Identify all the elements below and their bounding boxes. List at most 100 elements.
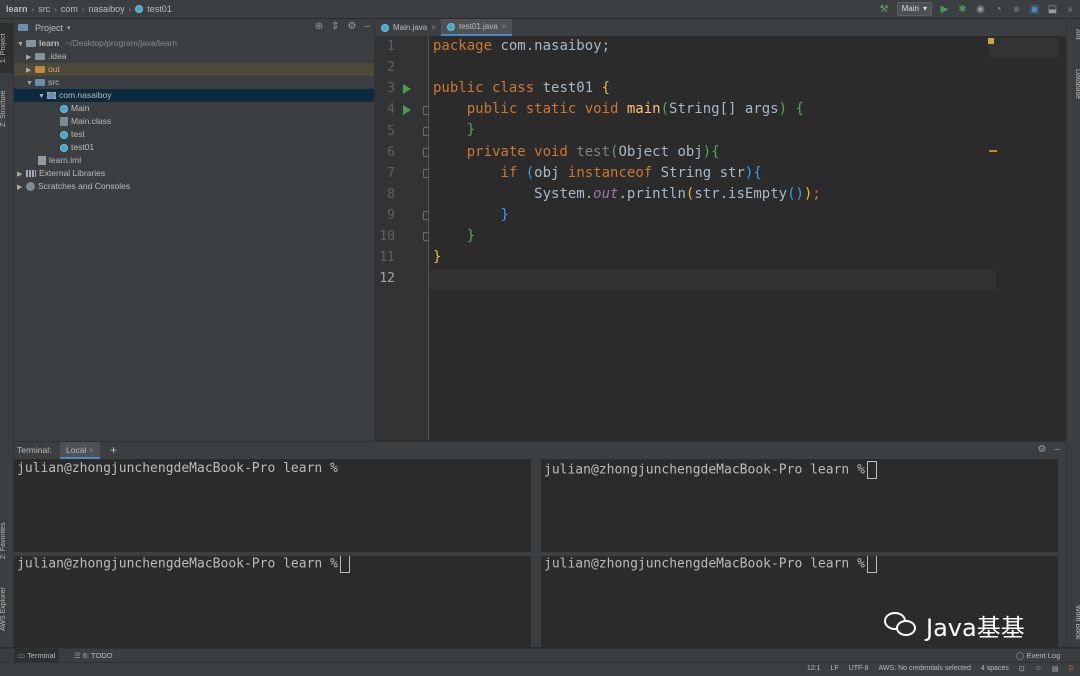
run-class-icon[interactable] [403,84,411,94]
watermark-text: Java基基 [926,613,1025,642]
memory-icon[interactable]: ▤ [1052,665,1059,673]
build-hammer-icon[interactable]: ⚒ [879,4,890,15]
close-icon[interactable]: × [89,445,94,455]
code-token: { [711,144,720,160]
profile-icon[interactable]: ◔ [993,4,1004,15]
tree-item-label: test01 [71,142,95,152]
tool-tab-word-book[interactable]: Word Book [1068,601,1080,643]
tree-item-test[interactable]: test [14,128,374,141]
terminal-horizontal-splitter[interactable] [14,552,1066,556]
tool-tab-database[interactable]: Database [1068,63,1080,105]
run-configuration-select[interactable]: Main ▾ [896,2,932,16]
run-method-icon[interactable] [403,105,411,115]
status-bar: 12:1 LF UTF-8 AWS: No credentials select… [0,662,1080,676]
line-number: 11 [379,250,395,265]
gear-icon[interactable]: ⚙ [1037,444,1046,455]
tool-tab-structure[interactable]: Z: Structure [0,81,13,137]
tab-test01-java[interactable]: test01.java × [441,18,513,36]
code-token: .println [618,186,686,202]
breadcrumb-item[interactable]: src [38,4,50,14]
hide-panel-icon[interactable]: – [364,21,370,32]
tool-tab-terminal[interactable]: ▭ Terminal [14,649,60,663]
tree-item-label: External Libraries [39,168,106,178]
tool-tab-aws-explorer[interactable]: AWS Explorer [0,579,13,639]
warning-marker-icon[interactable] [988,38,994,44]
tree-item-label: learn.iml [49,155,82,165]
collapse-all-icon[interactable]: ⇕ [331,21,339,32]
tree-item-learn[interactable]: ▼ learn ~/Desktop/program/java/learn [14,37,374,50]
new-terminal-tab-icon[interactable]: + [110,443,117,457]
wechat-icon [882,610,920,640]
event-log-icon: ◯ [1016,651,1025,660]
inspector-icon[interactable]: ☺ [1035,665,1042,673]
tree-item-scratches[interactable]: ▶ Scratches and Consoles [14,180,374,193]
java-class-icon [60,130,68,139]
close-icon[interactable]: × [431,19,436,36]
tree-item-main[interactable]: Main [14,102,374,115]
tool-tab-todo[interactable]: ☰ 6: TODO [70,649,117,663]
code-token: } [500,207,509,223]
project-structure-icon[interactable]: ▣ [1029,4,1040,15]
code-token: } [466,122,476,138]
code-editor[interactable]: package com.nasaiboy; public class test0… [429,36,1066,440]
terminal-prompt: julian@zhongjunchengdeMacBook-Pro learn … [544,462,865,478]
locate-file-icon[interactable]: ⊕ [315,21,323,32]
run-icon[interactable]: ▶ [939,4,950,15]
stop-icon[interactable]: ■ [1011,4,1022,15]
terminal-scrollbar[interactable] [1058,459,1066,647]
tree-item-label: Scratches and Consoles [38,181,131,191]
caret-position[interactable]: 12:1 [807,665,821,673]
breadcrumb-item[interactable]: learn [6,4,28,14]
chevron-down-icon[interactable]: ▾ [67,24,71,32]
line-number: 4 [387,102,395,117]
lock-icon[interactable]: ⊡ [1019,665,1025,673]
code-token: out [593,186,619,202]
close-icon[interactable]: × [502,18,507,35]
terminal-prompt-line: julian@zhongjunchengdeMacBook-Pro learn … [544,555,877,573]
tool-tab-project[interactable]: 1: Project [0,23,13,73]
tree-item-out[interactable]: ▶ out [14,63,374,76]
coverage-icon[interactable]: ◉ [975,4,986,15]
breadcrumb-item[interactable]: test01 [147,4,172,14]
tree-item-src[interactable]: ▼ src [14,76,374,89]
code-token: com.nasaiboy; [492,38,611,54]
code-line: if (obj instanceof String str){ [433,165,761,181]
line-separator[interactable]: LF [831,665,839,673]
terminal-tab-local[interactable]: Local × [60,442,100,459]
breadcrumb-item[interactable]: nasaiboy [89,4,125,14]
code-token: ) [778,101,788,117]
gear-icon[interactable]: ⚙ [347,21,356,32]
debug-icon[interactable]: ✱ [957,4,968,15]
project-panel-title[interactable]: Project [35,23,63,33]
tree-item-learn-iml[interactable]: learn.iml [14,154,374,167]
google-icon[interactable]: G [1069,665,1074,673]
code-token: } [433,249,442,265]
tree-item-main-class[interactable]: Main.class [14,115,374,128]
tree-item-idea[interactable]: ▶ .idea [14,50,374,63]
aws-connection-status[interactable]: AWS: No credentials selected [879,665,971,673]
terminal-pane[interactable]: julian@zhongjunchengdeMacBook-Pro learn … [14,459,531,552]
breadcrumb-item[interactable]: com [61,4,78,14]
file-encoding[interactable]: UTF-8 [849,665,869,673]
tree-item-com-nasaiboy[interactable]: ▼ com.nasaiboy [14,89,374,102]
warning-stripe[interactable] [989,150,997,152]
tree-item-path: ~/Desktop/program/java/learn [65,38,178,48]
event-log-button[interactable]: ◯ Event Log [1012,649,1064,663]
tree-item-test01[interactable]: test01 [14,141,374,154]
terminal-pane[interactable]: julian@zhongjunchengdeMacBook-Pro learn … [541,459,1056,552]
terminal-prompt: julian@zhongjunchengdeMacBook-Pro learn … [17,461,338,476]
event-log-label: Event Log [1026,651,1061,660]
code-minimap[interactable] [989,38,1059,58]
tree-item-label: test [71,129,85,139]
tool-tab-ant[interactable]: Ant [1068,23,1080,45]
search-everywhere-icon[interactable]: ⌕ [1065,4,1076,15]
indent-setting[interactable]: 4 spaces [981,665,1009,673]
vcs-icon[interactable]: ⬓ [1047,4,1058,15]
terminal-pane[interactable]: julian@zhongjunchengdeMacBook-Pro learn … [14,555,531,647]
terminal-prompt-line: julian@zhongjunchengdeMacBook-Pro learn … [544,461,877,479]
tool-tab-favorites[interactable]: 2: Favorites [0,514,13,568]
tree-item-external-libraries[interactable]: ▶ External Libraries [14,167,374,180]
source-folder-icon [35,79,45,87]
tab-main-java[interactable]: Main.java × [375,19,442,36]
hide-panel-icon[interactable]: – [1054,444,1060,455]
